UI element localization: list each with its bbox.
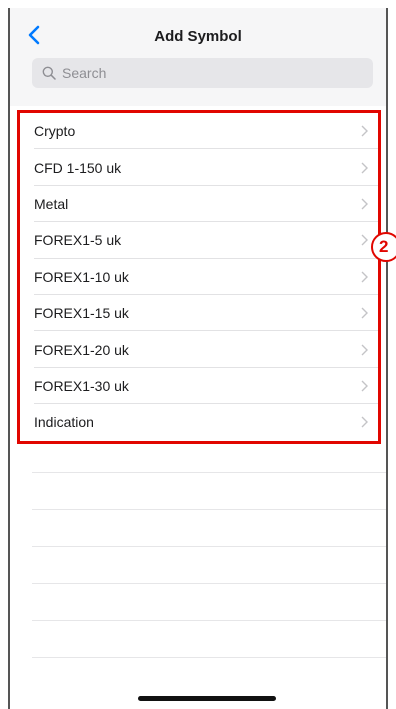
search-icon [42, 66, 56, 80]
chevron-right-icon [361, 234, 368, 246]
list-item-indication[interactable]: Indication [20, 404, 378, 440]
list-item-metal[interactable]: Metal [20, 186, 378, 223]
empty-row-divider [32, 583, 386, 584]
list-item-label: FOREX1-20 uk [34, 341, 129, 358]
chevron-right-icon [361, 416, 368, 428]
empty-row-divider [32, 472, 386, 473]
list-item-forex-20[interactable]: FOREX1-20 uk [20, 331, 378, 369]
search-input[interactable] [62, 65, 352, 81]
list-item-cfd[interactable]: CFD 1-150 uk [20, 149, 378, 187]
list-item-label: Metal [34, 195, 69, 212]
list-item-label: CFD 1-150 uk [34, 159, 122, 176]
chevron-right-icon [361, 380, 368, 392]
empty-row-divider [32, 509, 386, 510]
chevron-right-icon [361, 344, 368, 356]
list-item-label: Crypto [34, 123, 76, 140]
list-item-forex-10[interactable]: FOREX1-10 uk [20, 259, 378, 296]
empty-row-divider [32, 657, 386, 658]
list-item-label: FOREX1-5 uk [34, 232, 122, 249]
list-item-label: FOREX1-15 uk [34, 305, 129, 322]
annotation-badge: 2 [371, 232, 396, 262]
list-item-label: FOREX1-30 uk [34, 377, 129, 394]
chevron-right-icon [361, 198, 368, 210]
chevron-right-icon [361, 307, 368, 319]
empty-row-divider [32, 546, 386, 547]
page-title: Add Symbol [154, 28, 242, 45]
phone-screen: Add Symbol Crypto CFD 1-150 uk Metal FOR… [8, 8, 388, 709]
chevron-right-icon [361, 125, 368, 137]
list-item-label: FOREX1-10 uk [34, 268, 129, 285]
list-item-forex-5[interactable]: FOREX1-5 uk [20, 222, 378, 259]
list-item-forex-15[interactable]: FOREX1-15 uk [20, 295, 378, 332]
home-indicator [138, 696, 276, 701]
chevron-right-icon [361, 271, 368, 283]
list-item-label: Indication [34, 414, 94, 431]
nav-header: Add Symbol [10, 8, 386, 106]
list-item-crypto[interactable]: Crypto [20, 113, 378, 150]
empty-row-divider [32, 620, 386, 621]
category-list: Crypto CFD 1-150 uk Metal FOREX1-5 uk FO… [17, 110, 381, 444]
list-item-forex-30[interactable]: FOREX1-30 uk [20, 368, 378, 405]
chevron-right-icon [361, 162, 368, 174]
search-bar[interactable] [32, 58, 373, 88]
